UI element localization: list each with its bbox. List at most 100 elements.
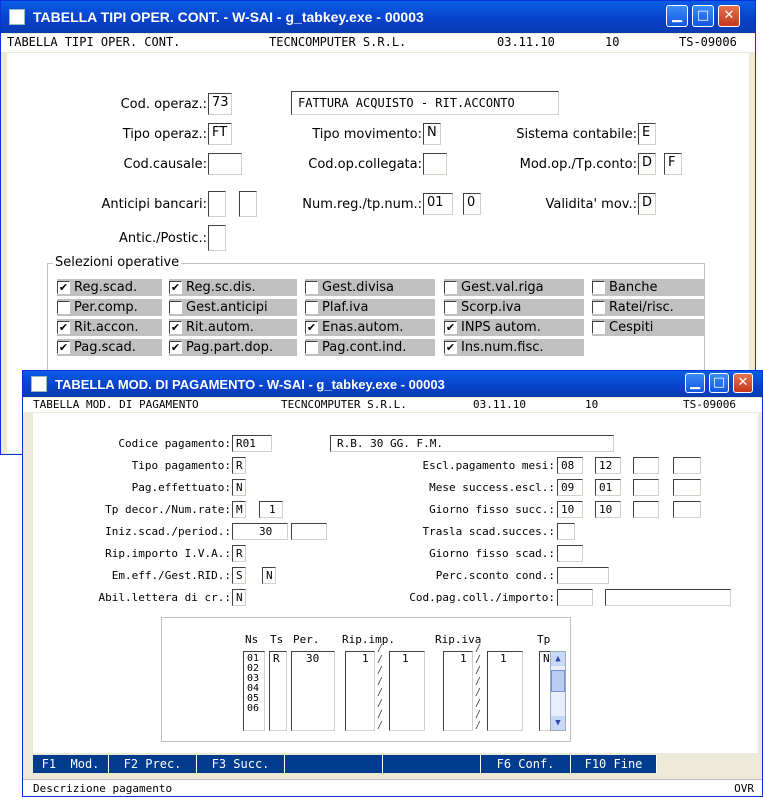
checkbox-reg-scad[interactable]: ✔ Reg.scad. (57, 279, 162, 296)
mese-success-3[interactable] (633, 479, 659, 496)
checkbox-banche[interactable]: Banche (592, 279, 704, 296)
scroll-down-icon[interactable]: ▼ (551, 716, 565, 730)
rip-iva-field[interactable]: R (232, 545, 246, 562)
grid-col-rip-iva-a[interactable]: 1 (443, 651, 473, 731)
iniz-scad-field[interactable]: 30 (232, 523, 288, 540)
grid-col-rip-imp-b[interactable]: 1 (389, 651, 425, 731)
gest-rid-field[interactable]: N (262, 567, 276, 584)
checkbox-ratei-risc[interactable]: Ratei/risc. (592, 299, 704, 316)
f6-conf-button[interactable]: F6 Conf. (481, 755, 571, 773)
checkbox-empty-icon[interactable] (444, 301, 457, 314)
checkmark-icon[interactable]: ✔ (57, 321, 70, 334)
grid-col-rip-imp-a[interactable]: 1 (345, 651, 375, 731)
scroll-thumb[interactable] (551, 670, 565, 692)
checkbox-empty-icon[interactable] (305, 301, 318, 314)
checkbox-ins-num-fisc[interactable]: ✔ Ins.num.fisc. (444, 339, 584, 356)
close-icon[interactable]: ✕ (733, 373, 753, 393)
checkmark-icon[interactable]: ✔ (444, 341, 457, 354)
grid-col-ts[interactable]: R (269, 651, 287, 731)
escl-mesi-4[interactable] (673, 457, 701, 474)
period-field[interactable] (291, 523, 327, 540)
checkbox-scorp-iva[interactable]: Scorp.iva (444, 299, 584, 316)
escl-mesi-2[interactable]: 12 (595, 457, 621, 474)
checkbox-rit-autom[interactable]: ✔ Rit.autom. (169, 319, 297, 336)
checkbox-empty-icon[interactable] (592, 321, 605, 334)
giorno-fisso-succ-4[interactable] (673, 501, 701, 518)
cod-causale-field[interactable] (208, 153, 242, 175)
num-reg-field[interactable]: 01 (423, 193, 453, 215)
giorno-fisso-succ-2[interactable]: 10 (595, 501, 621, 518)
tipo-movimento-field[interactable]: N (423, 123, 441, 145)
mese-success-1[interactable]: 09 (557, 479, 583, 496)
anticipi-field-1[interactable] (208, 191, 226, 217)
sistema-contabile-field[interactable]: E (638, 123, 656, 145)
checkbox-per-comp[interactable]: Per.comp. (57, 299, 162, 316)
perc-sconto-field[interactable] (557, 567, 609, 584)
checkbox-empty-icon[interactable] (169, 301, 182, 314)
checkbox-pag-cont-ind[interactable]: Pag.cont.ind. (305, 339, 435, 356)
checkmark-icon[interactable]: ✔ (169, 281, 182, 294)
grid-scrollbar[interactable]: ▲ ▼ (550, 651, 566, 731)
checkbox-reg-sc-dis[interactable]: ✔ Reg.sc.dis. (169, 279, 297, 296)
cod-operaz-field[interactable]: 73 (208, 93, 232, 115)
giorno-fisso-succ-1[interactable]: 10 (557, 501, 583, 518)
checkmark-icon[interactable]: ✔ (305, 321, 318, 334)
tp-num-field[interactable]: 0 (463, 193, 481, 215)
fkey-empty-1[interactable] (285, 755, 383, 773)
f10-fine-button[interactable]: F10 Fine (571, 755, 657, 773)
tp-conto-field[interactable]: F (664, 153, 682, 175)
codice-pagamento-field[interactable]: R01 (232, 435, 272, 452)
escl-mesi-1[interactable]: 08 (557, 457, 583, 474)
grid-col-rip-iva-b[interactable]: 1 (487, 651, 523, 731)
checkbox-gest-val-riga[interactable]: Gest.val.riga (444, 279, 584, 296)
maximize-icon[interactable]: □ (692, 5, 714, 27)
window-titlebar[interactable]: TABELLA TIPI OPER. CONT. - W-SAI - g_tab… (1, 1, 755, 33)
checkmark-icon[interactable]: ✔ (57, 281, 70, 294)
mese-success-4[interactable] (673, 479, 701, 496)
minimize-icon[interactable]: ▁ (666, 5, 688, 27)
escl-mesi-3[interactable] (633, 457, 659, 474)
abil-lettera-field[interactable]: N (232, 589, 246, 606)
f1-mod-button[interactable]: F1 Mod. (33, 755, 109, 773)
em-eff-field[interactable]: S (232, 567, 246, 584)
checkbox-inps-autom[interactable]: ✔ INPS autom. (444, 319, 584, 336)
maximize-icon[interactable]: □ (709, 373, 729, 393)
mese-success-2[interactable]: 01 (595, 479, 621, 496)
checkbox-gest-divisa[interactable]: Gest.divisa (305, 279, 435, 296)
checkmark-icon[interactable]: ✔ (57, 341, 70, 354)
checkbox-empty-icon[interactable] (57, 301, 70, 314)
f2-prec-button[interactable]: F2 Prec. (109, 755, 197, 773)
tp-decor-field[interactable]: M (232, 501, 246, 518)
anticipi-field-2[interactable] (239, 191, 257, 217)
fkey-empty-2[interactable] (383, 755, 481, 773)
cod-pag-coll-field[interactable] (557, 589, 593, 606)
checkbox-cespiti[interactable]: Cespiti (592, 319, 704, 336)
grid-col-per[interactable]: 30 (291, 651, 335, 731)
checkmark-icon[interactable]: ✔ (169, 341, 182, 354)
minimize-icon[interactable]: ▁ (685, 373, 705, 393)
giorno-fisso-scad-field[interactable] (557, 545, 583, 562)
giorno-fisso-succ-3[interactable] (633, 501, 659, 518)
f3-succ-button[interactable]: F3 Succ. (197, 755, 285, 773)
checkbox-empty-icon[interactable] (305, 341, 318, 354)
checkbox-gest-anticipi[interactable]: Gest.anticipi (169, 299, 297, 316)
descrizione-field[interactable]: FATTURA ACQUISTO - RIT.ACCONTO (291, 91, 559, 115)
pag-effettuato-field[interactable]: N (232, 479, 246, 496)
num-rate-field[interactable]: 1 (259, 501, 283, 518)
close-icon[interactable]: ✕ (718, 5, 740, 27)
trasla-scad-field[interactable] (557, 523, 575, 540)
checkbox-pag-part-dop[interactable]: ✔ Pag.part.dop. (169, 339, 297, 356)
checkbox-empty-icon[interactable] (592, 281, 605, 294)
checkbox-rit-accon[interactable]: ✔ Rit.accon. (57, 319, 162, 336)
checkbox-empty-icon[interactable] (444, 281, 457, 294)
importo-field[interactable] (605, 589, 731, 606)
checkbox-pag-scad[interactable]: ✔ Pag.scad. (57, 339, 162, 356)
tipo-operaz-field[interactable]: FT (208, 123, 232, 145)
checkbox-plaf-iva[interactable]: Plaf.iva (305, 299, 435, 316)
descrizione-pagamento-field[interactable]: R.B. 30 GG. F.M. (330, 435, 614, 452)
grid-col-ns[interactable]: 01 02 03 04 05 06 (243, 651, 265, 731)
checkmark-icon[interactable]: ✔ (169, 321, 182, 334)
validita-field[interactable]: D (638, 193, 656, 215)
mod-op-field[interactable]: D (638, 153, 656, 175)
window-titlebar[interactable]: TABELLA MOD. DI PAGAMENTO - W-SAI - g_ta… (23, 371, 762, 397)
